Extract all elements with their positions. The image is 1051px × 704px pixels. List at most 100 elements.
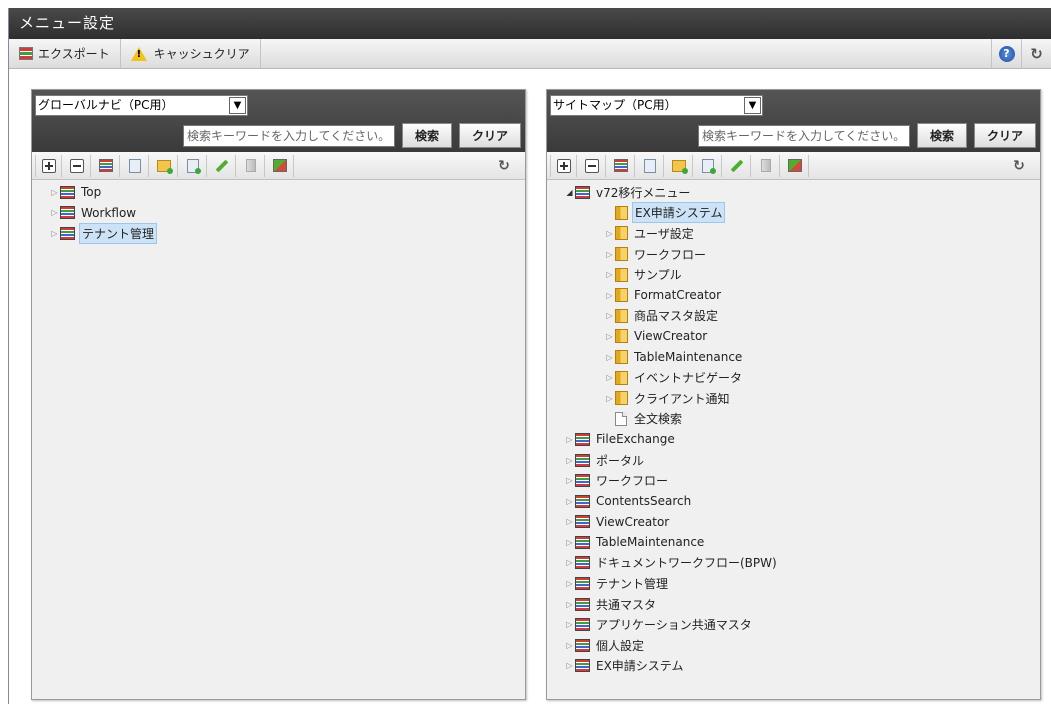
tree-node[interactable]: ▷ ContentsSearch: [565, 491, 1040, 512]
search-input[interactable]: [182, 124, 395, 147]
caret-right-icon[interactable]: ▷: [605, 270, 614, 279]
edit-button[interactable]: [724, 154, 751, 177]
tree-node-label: クライアント通知: [634, 391, 730, 406]
tree-node[interactable]: ▷ テナント管理: [565, 573, 1040, 594]
tree-node[interactable]: ▷ TableMaintenance: [565, 532, 1040, 553]
collapse-all-button[interactable]: [64, 154, 91, 177]
caret-right-icon[interactable]: ▷: [565, 517, 574, 526]
tree-node[interactable]: ▷ TableMaintenance: [565, 347, 1040, 368]
add-folder-button[interactable]: [666, 154, 693, 177]
caret-right-icon[interactable]: ▷: [605, 311, 614, 320]
add-menu-button[interactable]: [608, 154, 635, 177]
tree-node[interactable]: ▷ ViewCreator: [565, 512, 1040, 533]
tree-node[interactable]: ▷ ユーザ設定: [565, 223, 1040, 244]
export-button[interactable]: エクスポート: [9, 38, 121, 69]
caret-right-icon[interactable]: ▷: [605, 229, 614, 238]
search-input[interactable]: [697, 124, 910, 147]
menu-type-select[interactable]: サイトマップ（PC用） ▼: [550, 95, 763, 116]
tree-node[interactable]: EX申請システム: [565, 202, 1040, 224]
tree-node-label: Workflow: [81, 205, 137, 220]
add-menu-button[interactable]: [93, 154, 120, 177]
tree-node[interactable]: ▷ Top: [50, 182, 525, 203]
clear-button[interactable]: クリア: [973, 123, 1036, 148]
tree-node[interactable]: ▷ EX申請システム: [565, 656, 1040, 677]
add-item-button[interactable]: [637, 154, 664, 177]
caret-right-icon[interactable]: ▷: [605, 250, 614, 259]
menu-icon: [575, 638, 590, 652]
caret-right-icon[interactable]: ▷: [565, 476, 574, 485]
tree-node-label: ドキュメントワークフロー(BPW): [596, 556, 777, 571]
expand-all-button[interactable]: [35, 154, 62, 177]
menu-icon: [575, 597, 590, 611]
add-page-button[interactable]: [695, 154, 722, 177]
caret-right-icon[interactable]: ▷: [605, 332, 614, 341]
chevron-down-icon[interactable]: ▼: [744, 97, 761, 114]
expand-all-icon: [556, 158, 571, 173]
delete-button[interactable]: [753, 154, 780, 177]
tree-node[interactable]: ▷ サンプル: [565, 264, 1040, 285]
caret-right-icon[interactable]: ▷: [565, 456, 574, 465]
search-button[interactable]: 検索: [401, 123, 452, 148]
import-button[interactable]: [782, 154, 809, 177]
caret-right-icon[interactable]: ▷: [605, 373, 614, 382]
caret-right-icon[interactable]: ▷: [565, 579, 574, 588]
folder-icon: [615, 247, 628, 262]
tree-node[interactable]: ▷ Workflow: [50, 203, 525, 224]
import-icon: [273, 159, 287, 172]
collapse-all-button[interactable]: [579, 154, 606, 177]
search-button[interactable]: 検索: [916, 123, 967, 148]
tree-node[interactable]: ▷ ワークフロー: [565, 470, 1040, 491]
tree-refresh-button[interactable]: ↻: [1008, 155, 1030, 177]
tree-node[interactable]: ▷ クライアント通知: [565, 388, 1040, 409]
clear-button[interactable]: クリア: [458, 123, 521, 148]
tree-node[interactable]: ▷ FileExchange: [565, 429, 1040, 450]
tree-node[interactable]: ▷ イベントナビゲータ: [565, 367, 1040, 388]
caret-down-icon[interactable]: ◢: [565, 188, 574, 197]
tree-node[interactable]: ▷ 共通マスタ: [565, 594, 1040, 615]
caret-right-icon[interactable]: ▷: [605, 394, 614, 403]
tree-node-label: TableMaintenance: [634, 350, 743, 365]
tree-node[interactable]: ▷ FormatCreator: [565, 285, 1040, 306]
cache-clear-button[interactable]: キャッシュクリア: [121, 38, 261, 69]
caret-right-icon[interactable]: ▷: [565, 497, 574, 506]
caret-right-icon[interactable]: ▷: [565, 620, 574, 629]
delete-button[interactable]: [238, 154, 265, 177]
tree-node-label: Top: [81, 185, 102, 200]
edit-button[interactable]: [209, 154, 236, 177]
caret-right-icon[interactable]: ▷: [565, 641, 574, 650]
caret-right-icon[interactable]: ▷: [605, 291, 614, 300]
tree-node[interactable]: ▷ ViewCreator: [565, 326, 1040, 347]
caret-right-icon[interactable]: ▷: [50, 208, 59, 217]
caret-right-icon[interactable]: ▷: [565, 661, 574, 670]
tree-node[interactable]: ▷ ドキュメントワークフロー(BPW): [565, 553, 1040, 574]
tree-node[interactable]: ▷ ワークフロー: [565, 244, 1040, 265]
caret-right-icon[interactable]: ▷: [50, 229, 59, 238]
tree-node[interactable]: 全文検索: [565, 409, 1040, 430]
caret-right-icon[interactable]: ▷: [565, 558, 574, 567]
menu-icon: [575, 515, 590, 529]
caret-right-icon[interactable]: ▷: [605, 353, 614, 362]
refresh-icon: ↻: [1013, 158, 1025, 174]
caret-right-icon[interactable]: ▷: [565, 600, 574, 609]
caret-right-icon[interactable]: ▷: [50, 188, 59, 197]
folder-icon: [615, 288, 628, 303]
tree-node-root[interactable]: ◢ v72移行メニュー: [565, 182, 1040, 203]
chevron-down-icon[interactable]: ▼: [229, 97, 246, 114]
expand-all-button[interactable]: [550, 154, 577, 177]
tree-node-label: FormatCreator: [634, 288, 722, 303]
caret-right-icon[interactable]: ▷: [565, 435, 574, 444]
help-button[interactable]: ?: [991, 39, 1021, 69]
tree-node[interactable]: ▷ テナント管理: [50, 222, 525, 244]
add-page-button[interactable]: [180, 154, 207, 177]
add-item-button[interactable]: [122, 154, 149, 177]
tree-node[interactable]: ▷ アプリケーション共通マスタ: [565, 614, 1040, 635]
tree-node[interactable]: ▷ ポータル: [565, 450, 1040, 471]
menu-type-select[interactable]: グローバルナビ（PC用） ▼: [35, 95, 248, 116]
import-button[interactable]: [267, 154, 294, 177]
add-folder-button[interactable]: [151, 154, 178, 177]
tree-node[interactable]: ▷ 個人設定: [565, 635, 1040, 656]
caret-right-icon[interactable]: ▷: [565, 538, 574, 547]
tree-refresh-button[interactable]: ↻: [493, 155, 515, 177]
tree-node[interactable]: ▷ 商品マスタ設定: [565, 306, 1040, 327]
reload-button[interactable]: ↻: [1021, 39, 1051, 69]
